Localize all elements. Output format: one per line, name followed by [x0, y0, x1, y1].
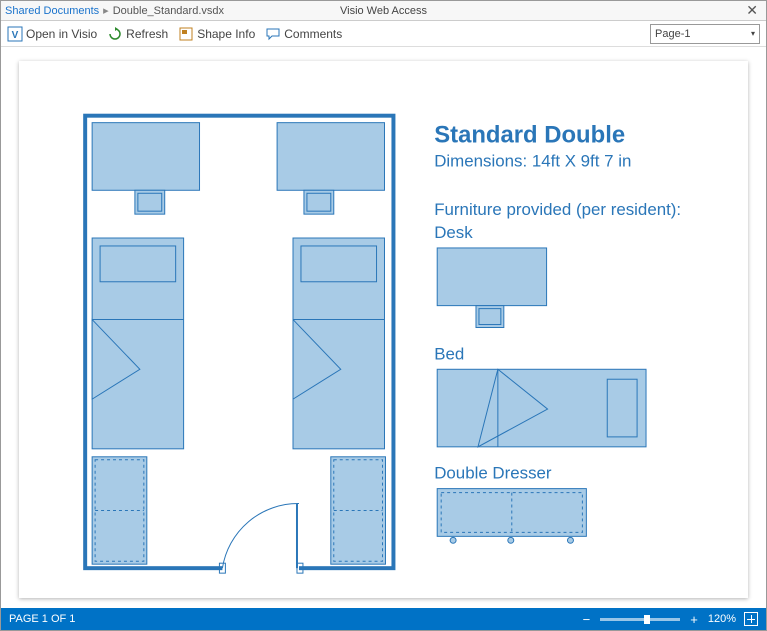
open-in-visio-button[interactable]: V Open in Visio: [7, 26, 97, 42]
open-in-visio-label: Open in Visio: [26, 27, 97, 41]
diagram-title: Standard Double: [434, 122, 625, 149]
bed-left: [92, 238, 183, 449]
drawing-page: Standard Double Dimensions: 14ft X 9ft 7…: [19, 61, 748, 598]
app-title: Visio Web Access: [340, 5, 427, 17]
dresser-label: Double Dresser: [434, 464, 552, 483]
comments-button[interactable]: Comments: [265, 26, 342, 42]
shape-info-button[interactable]: Shape Info: [178, 26, 255, 42]
legend-bed: [437, 369, 646, 447]
zoom-value: 120%: [708, 613, 736, 625]
zoom-out-button[interactable]: −: [581, 613, 593, 626]
bed-right: [293, 238, 384, 449]
bed-label: Bed: [434, 344, 464, 363]
close-button[interactable]: ✕: [742, 2, 762, 19]
refresh-label: Refresh: [126, 27, 168, 41]
zoom-in-button[interactable]: +: [688, 613, 700, 626]
legend-desk: [437, 248, 546, 328]
desk-left: [92, 123, 199, 214]
zoom-slider-thumb[interactable]: [644, 615, 650, 624]
page-select-value: Page-1: [655, 28, 690, 40]
refresh-icon: [107, 26, 123, 42]
furniture-heading: Furniture provided (per resident):: [434, 200, 681, 219]
diagram-dimensions: Dimensions: 14ft X 9ft 7 in: [434, 151, 631, 170]
chevron-down-icon: ▾: [751, 29, 755, 38]
statusbar: PAGE 1 OF 1 − + 120%: [1, 608, 766, 630]
titlebar: Shared Documents ▸ Double_Standard.vsdx …: [1, 1, 766, 21]
legend-dresser: [437, 489, 586, 544]
page-indicator: PAGE 1 OF 1: [9, 613, 75, 625]
dresser-right: [331, 457, 386, 564]
fit-to-window-button[interactable]: [744, 612, 758, 626]
comments-icon: [265, 26, 281, 42]
desk-label: Desk: [434, 223, 473, 242]
breadcrumb: Shared Documents ▸ Double_Standard.vsdx: [5, 4, 224, 17]
desk-right: [277, 123, 384, 214]
breadcrumb-sep-icon: ▸: [103, 4, 109, 17]
dresser-left: [92, 457, 147, 564]
breadcrumb-root[interactable]: Shared Documents: [5, 5, 99, 17]
door: [219, 504, 303, 574]
breadcrumb-filename: Double_Standard.vsdx: [113, 5, 224, 17]
svg-text:V: V: [12, 30, 19, 41]
refresh-button[interactable]: Refresh: [107, 26, 168, 42]
page-select[interactable]: Page-1 ▾: [650, 24, 760, 44]
comments-label: Comments: [284, 27, 342, 41]
shape-info-label: Shape Info: [197, 27, 255, 41]
shape-info-icon: [178, 26, 194, 42]
visio-icon: V: [7, 26, 23, 42]
zoom-slider[interactable]: [600, 618, 680, 621]
toolbar: V Open in Visio Refresh Shape Info Comme…: [1, 21, 766, 47]
canvas-area[interactable]: Standard Double Dimensions: 14ft X 9ft 7…: [1, 47, 766, 608]
